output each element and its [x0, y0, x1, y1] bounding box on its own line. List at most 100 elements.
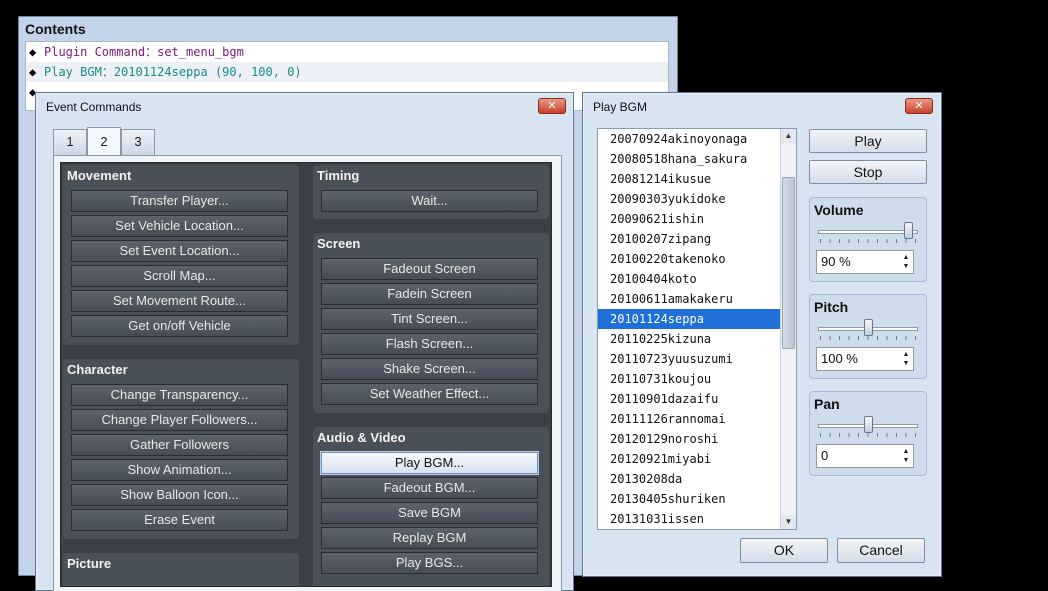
- play-button[interactable]: Play: [809, 129, 927, 153]
- bgm-list-item[interactable]: 20100207zipang: [598, 229, 796, 249]
- group-picture: Picture: [63, 553, 299, 586]
- bgm-list-item[interactable]: 20070924akinoyonaga: [598, 129, 796, 149]
- bgm-list-item[interactable]: 20110225kizuna: [598, 329, 796, 349]
- set-movement-route-button[interactable]: Set Movement Route...: [71, 290, 288, 312]
- close-icon: ✕: [914, 100, 924, 112]
- shake-screen-button[interactable]: Shake Screen...: [321, 358, 538, 380]
- pitch-slider-thumb[interactable]: [864, 319, 873, 336]
- spinner-arrows-icon[interactable]: ▲ ▼: [901, 253, 911, 271]
- scroll-down-icon[interactable]: ▼: [781, 515, 796, 529]
- bgm-list-item[interactable]: 20101124seppa: [598, 309, 796, 329]
- cancel-button[interactable]: Cancel: [837, 538, 925, 563]
- event-commands-title: Event Commands: [46, 100, 142, 114]
- volume-input[interactable]: 90 % ▲ ▼: [816, 250, 914, 274]
- gather-followers-button[interactable]: Gather Followers: [71, 434, 288, 456]
- event-commands-window: Event Commands ✕ 1 2 3 Movement Transfer…: [35, 92, 574, 591]
- volume-slider-thumb[interactable]: [904, 222, 913, 239]
- tab-3[interactable]: 3: [121, 129, 155, 155]
- scroll-thumb[interactable]: [782, 177, 795, 349]
- group-title: Movement: [67, 168, 132, 183]
- bgm-list-item[interactable]: 20110731koujou: [598, 369, 796, 389]
- volume-slider-track[interactable]: [818, 230, 918, 234]
- change-transparency-button[interactable]: Change Transparency...: [71, 384, 288, 406]
- bgm-list-item[interactable]: 20081214ikusue: [598, 169, 796, 189]
- play-bgs-button[interactable]: Play BGS...: [321, 552, 538, 574]
- bgm-list-item[interactable]: 20090621ishin: [598, 209, 796, 229]
- bgm-list-item[interactable]: 20130208da: [598, 469, 796, 489]
- bgm-list-item[interactable]: 20120921miyabi: [598, 449, 796, 469]
- group-title: Audio & Video: [317, 430, 406, 445]
- group-audio-video: Audio & Video Play BGM... Fadeout BGM...…: [313, 427, 549, 586]
- get-on-off-vehicle-button[interactable]: Get on/off Vehicle: [71, 315, 288, 337]
- fadeout-screen-button[interactable]: Fadeout Screen: [321, 258, 538, 280]
- tab-panel: Movement Transfer Player... Set Vehicle …: [53, 155, 562, 591]
- show-animation-button[interactable]: Show Animation...: [71, 459, 288, 481]
- scroll-map-button[interactable]: Scroll Map...: [71, 265, 288, 287]
- bgm-list-item[interactable]: 20131031issen: [598, 509, 796, 529]
- scrollbar[interactable]: ▲ ▼: [780, 129, 796, 529]
- pitch-value: 100 %: [821, 351, 858, 366]
- wait-button[interactable]: Wait...: [321, 190, 538, 212]
- save-bgm-button[interactable]: Save BGM: [321, 502, 538, 524]
- group-character: Character Change Transparency... Change …: [63, 359, 299, 539]
- group-title: Screen: [317, 236, 361, 251]
- close-button[interactable]: ✕: [538, 98, 566, 114]
- content-row-label: Play BGM：: [44, 65, 114, 79]
- pan-input[interactable]: 0 ▲ ▼: [816, 444, 914, 468]
- spinner-arrows-icon[interactable]: ▲ ▼: [901, 447, 911, 465]
- group-movement: Movement Transfer Player... Set Vehicle …: [63, 165, 299, 345]
- set-event-location-button[interactable]: Set Event Location...: [71, 240, 288, 262]
- volume-slider-ticks: [820, 239, 916, 243]
- scroll-up-icon[interactable]: ▲: [781, 129, 796, 143]
- play-bgm-title: Play BGM: [593, 100, 648, 114]
- bgm-list-item[interactable]: 20080518hana_sakura: [598, 149, 796, 169]
- content-row-label: Plugin Command：: [44, 45, 158, 59]
- set-weather-effect-button[interactable]: Set Weather Effect...: [321, 383, 538, 405]
- volume-group: Volume 90 % ▲ ▼: [809, 197, 927, 282]
- pan-value: 0: [821, 448, 829, 463]
- stop-button[interactable]: Stop: [809, 160, 927, 184]
- bgm-list-item[interactable]: 20130405shuriken: [598, 489, 796, 509]
- show-balloon-icon-button[interactable]: Show Balloon Icon...: [71, 484, 288, 506]
- content-row-arg: set_menu_bgm: [157, 45, 244, 59]
- ok-button[interactable]: OK: [740, 538, 828, 563]
- bgm-list-item[interactable]: 20100611amakakeru: [598, 289, 796, 309]
- content-row[interactable]: ◆ Plugin Command：set_menu_bgm: [26, 42, 668, 62]
- close-button[interactable]: ✕: [905, 98, 933, 114]
- change-player-followers-button[interactable]: Change Player Followers...: [71, 409, 288, 431]
- tab-1[interactable]: 1: [53, 129, 87, 155]
- pitch-input[interactable]: 100 % ▲ ▼: [816, 347, 914, 371]
- set-vehicle-location-button[interactable]: Set Vehicle Location...: [71, 215, 288, 237]
- spinner-arrows-icon[interactable]: ▲ ▼: [901, 350, 911, 368]
- bgm-items: 20070924akinoyonaga 20080518hana_sakura 20…: [598, 129, 796, 529]
- tab-2[interactable]: 2: [87, 127, 121, 155]
- pan-slider-ticks: [820, 433, 916, 437]
- close-icon: ✕: [547, 100, 557, 112]
- content-row[interactable]: ◆ Play BGM：20101124seppa (90, 100, 0): [26, 62, 668, 82]
- group-title: Character: [67, 362, 128, 377]
- pitch-label: Pitch: [814, 299, 849, 315]
- fadein-screen-button[interactable]: Fadein Screen: [321, 283, 538, 305]
- tint-screen-button[interactable]: Tint Screen...: [321, 308, 538, 330]
- bgm-list-item[interactable]: 20120129noroshi: [598, 429, 796, 449]
- pan-slider-thumb[interactable]: [864, 416, 873, 433]
- bgm-list-item[interactable]: 20100220takenoko: [598, 249, 796, 269]
- bgm-list-item[interactable]: 20111126rannomai: [598, 409, 796, 429]
- volume-label: Volume: [814, 202, 864, 218]
- bgm-list-item[interactable]: 20090303yukidoke: [598, 189, 796, 209]
- fadeout-bgm-button[interactable]: Fadeout BGM...: [321, 477, 538, 499]
- flash-screen-button[interactable]: Flash Screen...: [321, 333, 538, 355]
- play-bgm-button[interactable]: Play BGM...: [321, 452, 538, 474]
- pitch-group: Pitch 100 % ▲ ▼: [809, 294, 927, 379]
- bgm-list-item[interactable]: 20110723yuusuzumi: [598, 349, 796, 369]
- transfer-player-button[interactable]: Transfer Player...: [71, 190, 288, 212]
- group-timing: Timing Wait...: [313, 165, 549, 219]
- erase-event-button[interactable]: Erase Event: [71, 509, 288, 531]
- bgm-list[interactable]: 20070924akinoyonaga 20080518hana_sakura 20…: [597, 128, 797, 530]
- volume-value: 90 %: [821, 254, 851, 269]
- diamond-icon: ◆: [29, 45, 37, 59]
- bgm-list-item[interactable]: 20100404koto: [598, 269, 796, 289]
- replay-bgm-button[interactable]: Replay BGM: [321, 527, 538, 549]
- group-title: Timing: [317, 168, 360, 183]
- bgm-list-item[interactable]: 20110901dazaifu: [598, 389, 796, 409]
